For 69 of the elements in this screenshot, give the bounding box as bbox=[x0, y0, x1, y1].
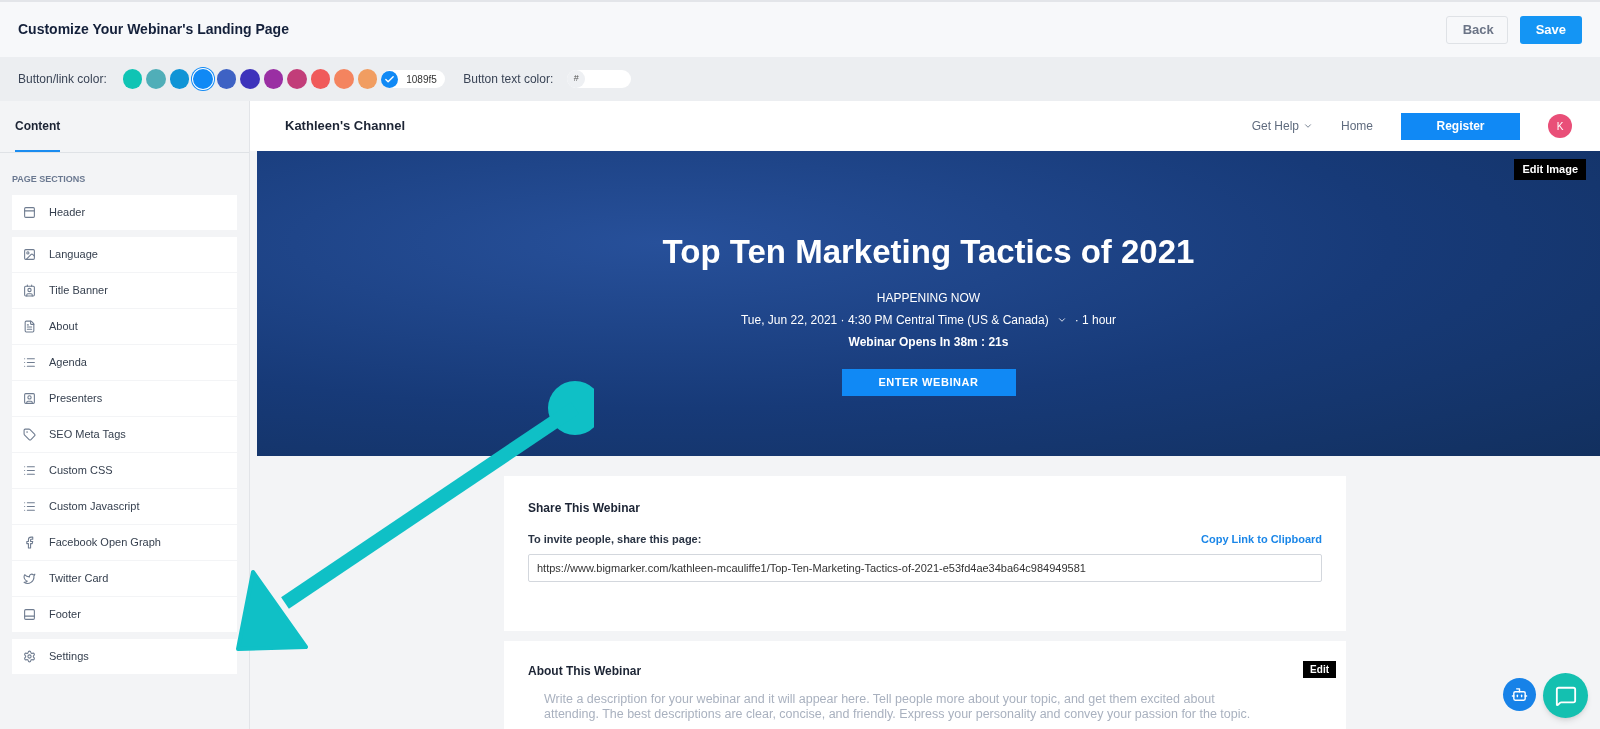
nav-link[interactable]: Home bbox=[1341, 117, 1373, 135]
robot-icon bbox=[1511, 686, 1528, 703]
color-swatch[interactable] bbox=[193, 69, 213, 89]
hash-prefix: # bbox=[567, 70, 586, 88]
person-icon bbox=[23, 391, 36, 405]
color-swatch[interactable] bbox=[357, 69, 378, 89]
sidebar-tab[interactable]: Content bbox=[15, 101, 61, 152]
section-item[interactable]: Custom Javascript bbox=[12, 488, 237, 524]
page-title: Customize Your Webinar's Landing Page bbox=[18, 20, 289, 39]
channel-name: Kathleen's Channel bbox=[285, 117, 406, 136]
section-item[interactable]: Title Banner bbox=[12, 272, 237, 308]
section-item[interactable]: Header bbox=[12, 194, 237, 230]
footer-icon bbox=[23, 607, 36, 621]
register-button[interactable]: Register bbox=[1401, 112, 1520, 140]
section-item[interactable]: Twitter Card bbox=[12, 560, 237, 596]
back-button[interactable]: Back bbox=[1445, 15, 1508, 44]
color-swatch[interactable] bbox=[310, 69, 331, 89]
share-url-field[interactable]: https://www.bigmarker.com/kathleen-mcauliffe1/Top-Ten-Marketing-Tactics-of-2021-e53fd4ae34ba64c984949581 bbox=[528, 553, 1322, 582]
nav-link[interactable]: Get Help bbox=[1251, 117, 1313, 135]
color-swatch[interactable] bbox=[146, 69, 166, 89]
id-card-icon bbox=[23, 283, 36, 297]
hex-color-field[interactable]: 1089f5 bbox=[381, 70, 446, 88]
color-swatch[interactable] bbox=[240, 69, 260, 89]
text-color-label: Button text color: bbox=[463, 71, 554, 88]
section-item[interactable]: Agenda bbox=[12, 344, 237, 380]
webinar-title: Top Ten Marketing Tactics of 2021 bbox=[662, 232, 1195, 272]
invite-label: To invite people, share this page: bbox=[528, 532, 702, 547]
section-item[interactable]: Language bbox=[12, 236, 237, 272]
check-icon bbox=[381, 70, 399, 88]
duration-text: · 1 hour bbox=[1074, 311, 1117, 329]
color-swatch[interactable] bbox=[263, 69, 284, 89]
edit-image-label[interactable]: Edit Image bbox=[1514, 159, 1586, 180]
enter-webinar-button[interactable]: ENTER WEBINAR bbox=[841, 368, 1016, 396]
edit-label[interactable]: Edit bbox=[1303, 661, 1336, 678]
section-item[interactable]: SEO Meta Tags bbox=[12, 416, 237, 452]
twitter-icon bbox=[23, 571, 36, 585]
section-item[interactable]: Footer bbox=[12, 596, 237, 632]
copy-link[interactable]: Copy Link to Clipboard bbox=[1201, 531, 1322, 548]
facebook-icon bbox=[23, 535, 36, 549]
schedule-text: Tue, Jun 22, 2021 · 4:30 PM Central Time (US & Canada) bbox=[740, 311, 1049, 329]
document-icon bbox=[23, 319, 36, 333]
color-swatch[interactable] bbox=[216, 69, 237, 89]
about-title: About This Webinar bbox=[528, 663, 642, 680]
section-item[interactable]: Facebook Open Graph bbox=[12, 524, 237, 560]
section-item[interactable]: Presenters bbox=[12, 380, 237, 416]
hex-value: 1089f5 bbox=[406, 72, 437, 87]
color-swatch[interactable] bbox=[334, 69, 354, 89]
link-color-label: Button/link color: bbox=[18, 71, 107, 88]
header-icon bbox=[23, 205, 36, 219]
chat-bubble-icon bbox=[1554, 684, 1577, 707]
list-icon bbox=[23, 463, 36, 477]
list-icon bbox=[23, 355, 36, 369]
list-icon bbox=[23, 499, 36, 513]
tag-icon bbox=[23, 427, 36, 441]
section-item[interactable]: Settings bbox=[12, 638, 237, 674]
section-item[interactable]: Custom CSS bbox=[12, 452, 237, 488]
settings-icon bbox=[23, 649, 36, 663]
sections-heading: PAGE SECTIONS bbox=[11, 173, 87, 186]
text-color-field[interactable]: # bbox=[567, 70, 632, 88]
status-text: HAPPENING NOW bbox=[876, 289, 981, 307]
section-item[interactable]: About bbox=[12, 308, 237, 344]
color-swatch[interactable] bbox=[287, 69, 307, 89]
color-swatch[interactable] bbox=[169, 69, 190, 89]
image-icon bbox=[23, 247, 36, 261]
color-swatch[interactable] bbox=[122, 69, 143, 89]
countdown-text: Webinar Opens In 38m : 21s bbox=[848, 333, 1009, 351]
user-avatar: K bbox=[1548, 114, 1572, 138]
share-title: Share This Webinar bbox=[528, 500, 641, 517]
chevron-icon bbox=[1303, 121, 1313, 131]
